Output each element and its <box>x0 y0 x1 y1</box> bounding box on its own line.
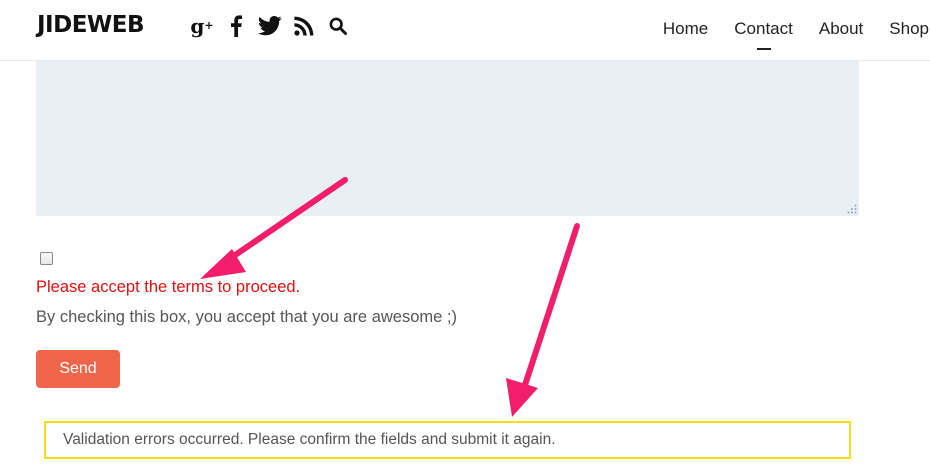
nav-item-contact[interactable]: Contact <box>721 19 806 50</box>
site-header: JIDEWEB g + Home Contact About Shop <box>0 0 930 61</box>
page: JIDEWEB g + Home Contact About Shop Plea… <box>0 0 930 471</box>
nav-item-shop[interactable]: Shop <box>876 19 930 39</box>
terms-error-message: Please accept the terms to proceed. <box>36 278 301 296</box>
validation-error-box: Validation errors occurred. Please confi… <box>44 421 851 459</box>
nav-item-home[interactable]: Home <box>650 19 721 39</box>
message-textarea[interactable] <box>36 61 859 216</box>
site-logo[interactable]: JIDEWEB <box>37 12 145 38</box>
rss-icon[interactable] <box>291 13 317 39</box>
annotation-arrow-validation <box>506 223 580 417</box>
terms-checkbox[interactable] <box>40 252 53 265</box>
google-plus-icon[interactable]: g + <box>189 13 215 39</box>
facebook-icon[interactable] <box>223 13 249 39</box>
nav-item-about[interactable]: About <box>806 19 876 39</box>
social-links: g + <box>189 13 359 39</box>
resize-grip-icon[interactable] <box>847 204 857 214</box>
send-button[interactable]: Send <box>36 350 120 388</box>
main-nav: Home Contact About Shop <box>650 19 930 50</box>
twitter-icon[interactable] <box>257 13 283 39</box>
terms-label: By checking this box, you accept that yo… <box>36 308 457 326</box>
search-icon[interactable] <box>325 13 351 39</box>
